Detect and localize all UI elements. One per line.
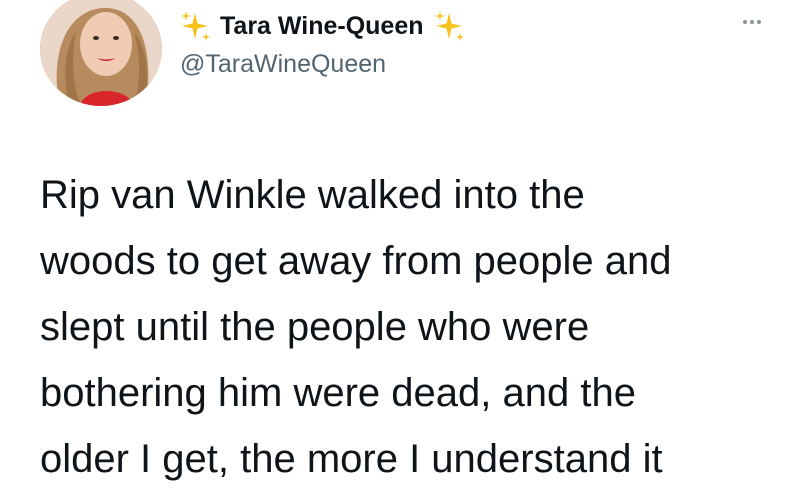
tweet-text-line: woods to get away from people and	[40, 239, 672, 283]
tweet-text-line: bothering him were dead, and the	[40, 371, 636, 415]
sparkles-icon	[432, 9, 466, 43]
sparkles-icon	[178, 9, 212, 43]
avatar-photo	[40, 0, 162, 106]
tweet-text-line: slept until the people who were	[40, 305, 590, 349]
author-handle[interactable]: @TaraWineQueen	[180, 50, 386, 79]
more-options-icon[interactable]	[734, 10, 770, 34]
more-dot	[757, 20, 761, 24]
avatar[interactable]	[40, 0, 162, 106]
author-name-row[interactable]: Tara Wine-Queen	[178, 6, 466, 46]
author-display-name: Tara Wine-Queen	[220, 11, 424, 40]
tweet-text: Rip van Winkle walked into the woods to …	[40, 162, 780, 492]
more-dot	[743, 20, 747, 24]
tweet-text-line: older I get, the more I understand it	[40, 437, 663, 481]
more-dot	[750, 20, 754, 24]
tweet-text-line: Rip van Winkle walked into the	[40, 173, 585, 217]
tweet-card: Tara Wine-Queen @TaraWineQueen Rip van W…	[0, 0, 800, 500]
